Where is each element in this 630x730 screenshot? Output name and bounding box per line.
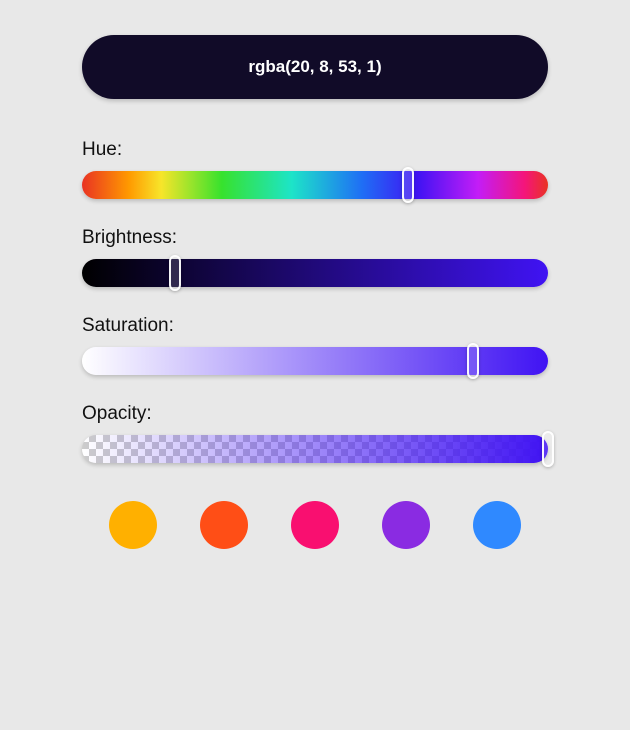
saturation-thumb[interactable] bbox=[467, 343, 479, 379]
opacity-thumb[interactable] bbox=[542, 431, 554, 467]
swatch-blue[interactable] bbox=[473, 501, 521, 549]
saturation-group: Saturation: bbox=[82, 315, 548, 375]
brightness-track bbox=[82, 259, 548, 287]
swatch-row bbox=[82, 501, 548, 549]
opacity-label: Opacity: bbox=[82, 403, 548, 425]
saturation-slider[interactable] bbox=[82, 347, 548, 375]
swatch-amber[interactable] bbox=[109, 501, 157, 549]
brightness-thumb[interactable] bbox=[169, 255, 181, 291]
hue-label: Hue: bbox=[82, 139, 548, 161]
hue-track bbox=[82, 171, 548, 199]
hue-thumb[interactable] bbox=[402, 167, 414, 203]
opacity-track bbox=[82, 435, 548, 463]
brightness-label: Brightness: bbox=[82, 227, 548, 249]
brightness-slider[interactable] bbox=[82, 259, 548, 287]
hue-group: Hue: bbox=[82, 139, 548, 199]
opacity-slider[interactable] bbox=[82, 435, 548, 463]
swatch-orange[interactable] bbox=[200, 501, 248, 549]
hue-slider[interactable] bbox=[82, 171, 548, 199]
brightness-group: Brightness: bbox=[82, 227, 548, 287]
color-result-display: rgba(20, 8, 53, 1) bbox=[82, 35, 548, 99]
swatch-pink[interactable] bbox=[291, 501, 339, 549]
swatch-purple[interactable] bbox=[382, 501, 430, 549]
opacity-group: Opacity: bbox=[82, 403, 548, 463]
saturation-label: Saturation: bbox=[82, 315, 548, 337]
